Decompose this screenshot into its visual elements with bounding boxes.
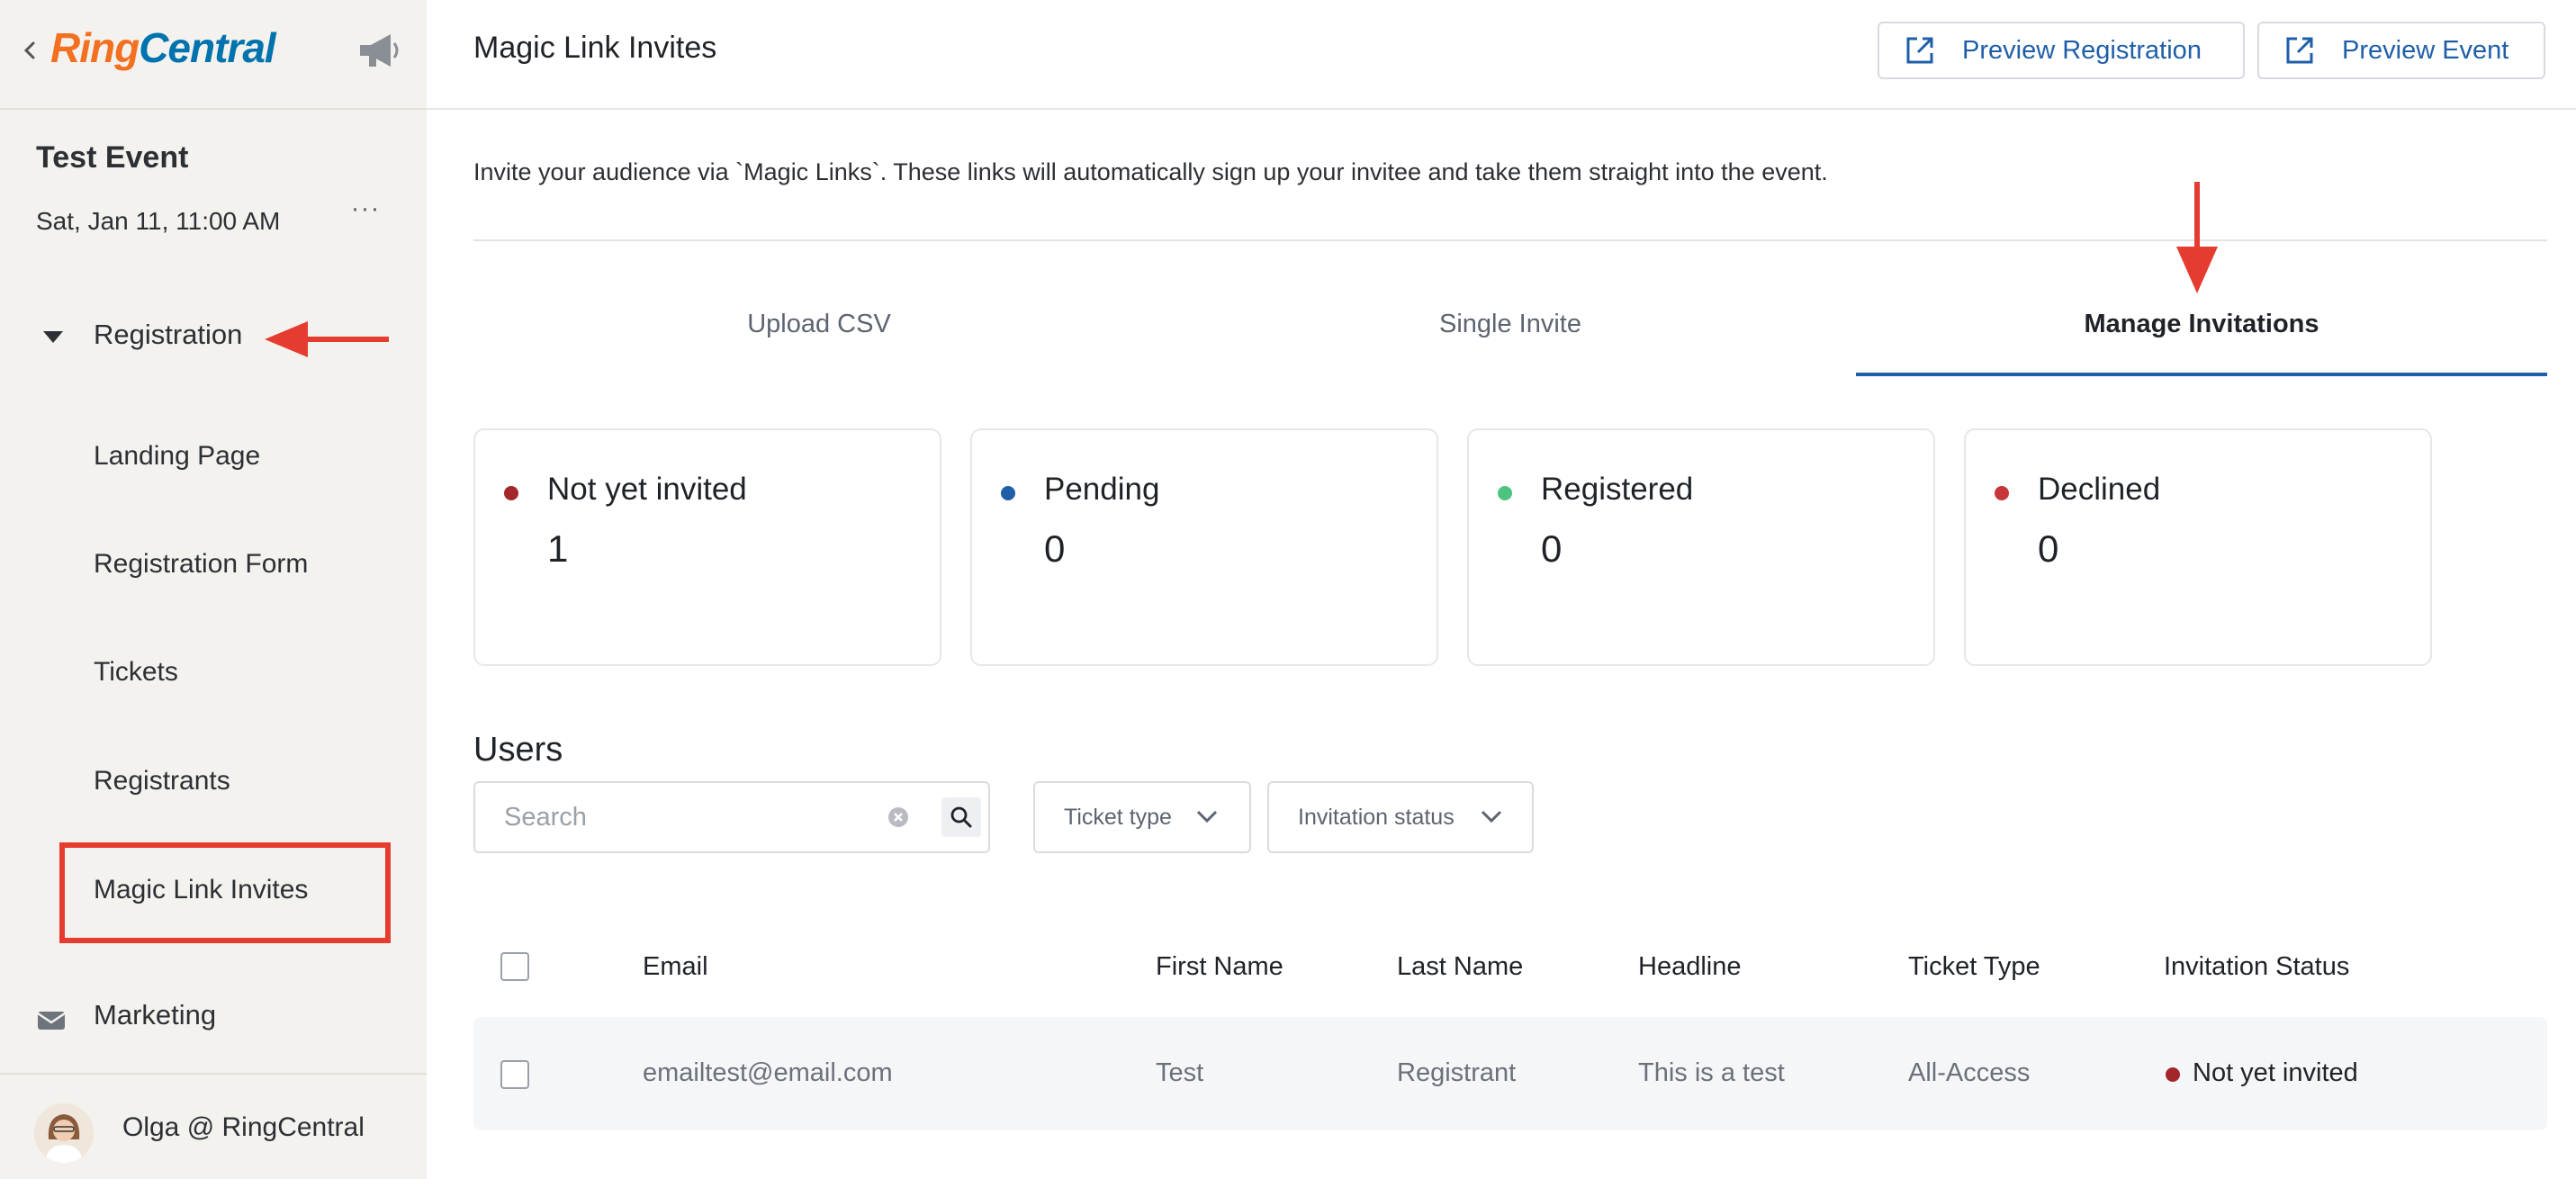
stat-label: Registered	[1541, 472, 1694, 507]
stat-value: 0	[1044, 527, 1066, 570]
sidebar-item-tickets[interactable]: Tickets	[94, 657, 178, 688]
status-dot	[2166, 1067, 2180, 1082]
cell-invitation-status: Not yet invited	[2193, 1058, 2358, 1087]
event-title: Test Event	[36, 140, 189, 175]
mail-icon	[37, 1012, 66, 1030]
tab-upload-csv[interactable]: Upload CSV	[473, 310, 1165, 339]
intro-text: Invite your audience via `Magic Links`. …	[473, 158, 1828, 185]
annotation-arrow-left-icon	[265, 321, 389, 357]
column-header-first-name[interactable]: First Name	[1156, 952, 1283, 982]
cell-email: emailtest@email.com	[643, 1058, 893, 1087]
active-tab-indicator	[1856, 373, 2547, 376]
event-date: Sat, Jan 11, 11:00 AM	[36, 207, 281, 235]
sidebar: RingCentral Test Event Sat, Jan 11, 11:0…	[0, 0, 427, 1179]
divider	[473, 239, 2547, 241]
row-checkbox[interactable]	[500, 1060, 529, 1089]
status-dot	[1001, 486, 1015, 500]
cell-headline: This is a test	[1638, 1058, 1785, 1087]
search-icon	[950, 806, 972, 828]
column-header-headline[interactable]: Headline	[1638, 952, 1741, 982]
column-header-last-name[interactable]: Last Name	[1397, 952, 1523, 982]
external-link-icon	[1906, 37, 1933, 64]
select-all-checkbox[interactable]	[500, 952, 529, 981]
page-title: Magic Link Invites	[473, 31, 717, 65]
search-box	[473, 781, 990, 853]
preview-event-button[interactable]: Preview Event	[2257, 22, 2545, 79]
chevron-down-icon	[1481, 810, 1502, 824]
stat-card-not-yet-invited: Not yet invited 1	[473, 428, 941, 666]
avatar[interactable]	[34, 1103, 94, 1163]
user-footer[interactable]: Olga @ RingCentral	[0, 1073, 427, 1179]
sidebar-header: RingCentral	[0, 0, 427, 110]
preview-event-label: Preview Event	[2342, 35, 2509, 65]
ticket-type-filter[interactable]: Ticket type	[1033, 781, 1251, 853]
sidebar-item-marketing[interactable]: Marketing	[36, 997, 396, 1042]
cell-last-name: Registrant	[1397, 1058, 1517, 1087]
cell-ticket-type: All-Access	[1908, 1058, 2031, 1087]
stat-value: 1	[547, 527, 569, 570]
annotation-arrow-down-icon	[2176, 182, 2218, 293]
stat-value: 0	[1541, 527, 1563, 570]
chevron-left-icon[interactable]	[20, 38, 40, 63]
chevron-down-icon	[1196, 810, 1218, 824]
stat-label: Pending	[1044, 472, 1160, 507]
main-content: Magic Link Invites Preview Registration …	[427, 0, 2576, 1179]
nav-section-label: Registration	[94, 319, 243, 350]
invitation-status-filter[interactable]: Invitation status	[1267, 781, 1534, 853]
stat-label: Not yet invited	[547, 472, 747, 507]
ticket-type-filter-label: Ticket type	[1064, 805, 1172, 830]
status-dot	[1498, 486, 1512, 500]
ringcentral-logo[interactable]: RingCentral	[50, 23, 276, 72]
preview-registration-button[interactable]: Preview Registration	[1878, 22, 2245, 79]
sidebar-item-registrants[interactable]: Registrants	[94, 766, 230, 796]
preview-registration-label: Preview Registration	[1962, 35, 2202, 65]
stat-label: Declined	[2038, 472, 2161, 507]
search-input[interactable]	[502, 799, 862, 835]
caret-down-icon	[43, 331, 63, 343]
status-dot	[1995, 486, 2009, 500]
user-avatar-icon	[34, 1103, 94, 1163]
cell-first-name: Test	[1156, 1058, 1204, 1087]
users-section-title: Users	[473, 731, 563, 769]
stat-card-declined: Declined 0	[1964, 428, 2432, 666]
sidebar-item-landing-page[interactable]: Landing Page	[94, 441, 260, 472]
stat-card-registered: Registered 0	[1467, 428, 1935, 666]
stat-value: 0	[2038, 527, 2059, 570]
page-header: Magic Link Invites Preview Registration …	[427, 0, 2576, 110]
tab-single-invite[interactable]: Single Invite	[1165, 310, 1856, 339]
user-name: Olga @ RingCentral	[122, 1112, 365, 1142]
megaphone-icon[interactable]	[356, 31, 403, 70]
highlight-box-annotation	[59, 842, 391, 943]
more-options-icon[interactable]: ···	[346, 195, 385, 234]
tab-manage-invitations[interactable]: Manage Invitations	[1856, 310, 2547, 339]
search-button[interactable]	[941, 797, 981, 837]
marketing-label: Marketing	[94, 999, 217, 1030]
external-link-icon	[2286, 37, 2313, 64]
column-header-invitation-status[interactable]: Invitation Status	[2164, 952, 2349, 982]
column-header-email[interactable]: Email	[643, 952, 708, 982]
clear-icon[interactable]	[886, 805, 911, 830]
stat-card-pending: Pending 0	[970, 428, 1438, 666]
invitation-status-filter-label: Invitation status	[1298, 805, 1455, 830]
column-header-ticket-type[interactable]: Ticket Type	[1908, 952, 2040, 982]
sidebar-item-registration-form[interactable]: Registration Form	[94, 549, 308, 580]
status-dot	[504, 486, 518, 500]
